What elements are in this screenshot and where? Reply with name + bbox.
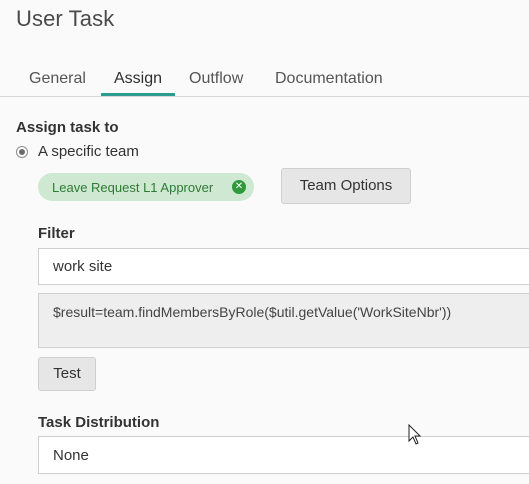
active-tab-indicator — [101, 93, 175, 96]
tab-general[interactable]: General — [29, 70, 86, 96]
page-title: User Task — [16, 6, 115, 31]
task-distribution-value: None — [53, 446, 89, 464]
mouse-pointer-icon — [408, 423, 422, 451]
tab-outflow[interactable]: Outflow — [189, 70, 243, 96]
assign-task-heading: Assign task to — [16, 119, 119, 136]
filter-input-value: work site — [53, 258, 113, 275]
task-distribution-select[interactable]: None — [38, 436, 529, 474]
tab-documentation[interactable]: Documentation — [275, 70, 383, 96]
remove-team-icon[interactable]: ✕ — [232, 180, 246, 194]
filter-label: Filter — [38, 225, 75, 242]
team-chip[interactable]: Leave Request L1 Approver ✕ — [38, 173, 254, 201]
specific-team-radio[interactable] — [16, 146, 28, 158]
filter-expression-field[interactable]: $result=team.findMembersByRole($util.get… — [38, 293, 529, 348]
filter-input[interactable]: work site — [38, 248, 529, 285]
test-button[interactable]: Test — [38, 357, 96, 391]
filter-expression-text: $result=team.findMembersByRole($util.get… — [53, 304, 452, 320]
team-chip-label: Leave Request L1 Approver — [52, 179, 214, 195]
tab-bar: General Assign Outflow Documentation — [0, 60, 529, 97]
task-distribution-label: Task Distribution — [38, 414, 160, 431]
team-options-button[interactable]: Team Options — [281, 168, 411, 204]
specific-team-label[interactable]: A specific team — [38, 143, 139, 160]
